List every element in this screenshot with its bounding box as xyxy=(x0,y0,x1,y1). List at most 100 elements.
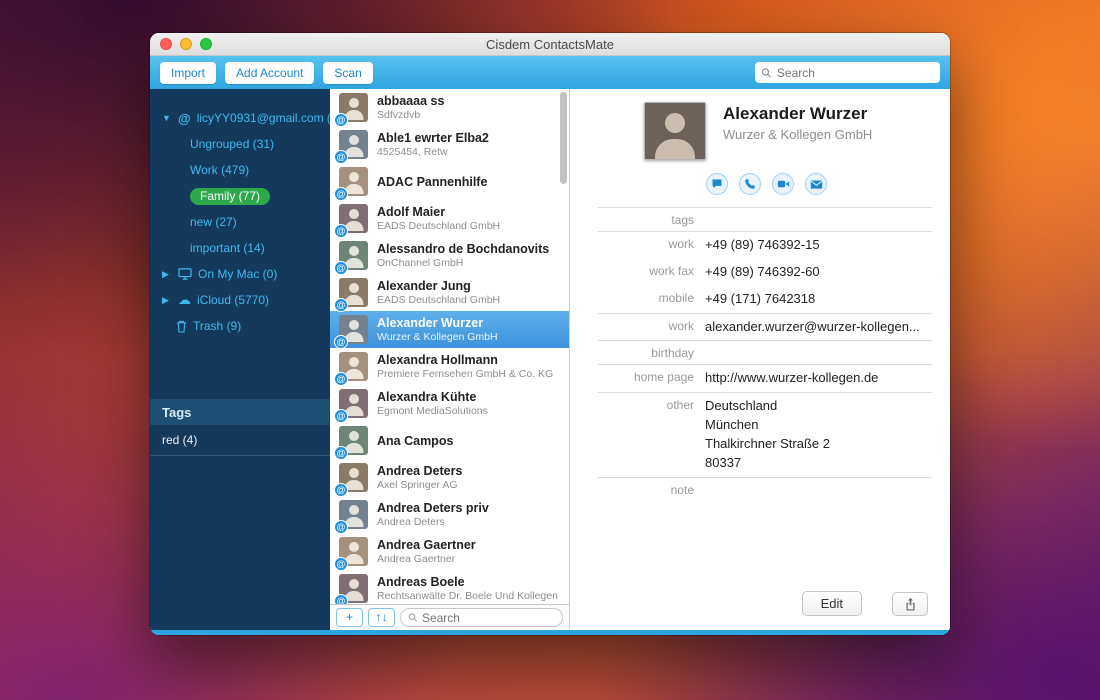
trash-label: Trash (9) xyxy=(193,319,241,333)
contact-avatar: @ xyxy=(339,389,368,418)
phone-icon xyxy=(744,178,756,190)
sidebar-item-new[interactable]: new (27) xyxy=(150,209,330,235)
field-value: +49 (171) 7642318 xyxy=(705,290,932,309)
field-value: http://www.wurzer-kollegen.de xyxy=(705,369,932,388)
global-search-input[interactable] xyxy=(777,66,934,80)
message-button[interactable] xyxy=(706,173,728,195)
at-icon: @ xyxy=(178,111,191,126)
sidebar-item-ungrouped[interactable]: Ungrouped (31) xyxy=(150,131,330,157)
search-icon xyxy=(761,67,772,79)
contact-row[interactable]: @ Alexander Jung EADS Deutschland GmbH xyxy=(330,274,569,311)
scan-button[interactable]: Scan xyxy=(323,62,372,84)
edit-button[interactable]: Edit xyxy=(802,591,862,616)
sidebar-item-important[interactable]: important (14) xyxy=(150,235,330,261)
disclosure-triangle-icon[interactable]: ▼ xyxy=(162,113,172,123)
disclosure-triangle-icon[interactable]: ▶ xyxy=(162,295,172,306)
contact-subtitle: EADS Deutschland GmbH xyxy=(377,294,500,306)
trash-icon xyxy=(176,320,187,333)
detail-field-row: home page http://www.wurzer-kollegen.de xyxy=(598,365,932,393)
import-button[interactable]: Import xyxy=(160,62,216,84)
window-bottom-edge xyxy=(150,630,950,635)
detail-field-row: work +49 (89) 746392-15 xyxy=(598,232,932,259)
contact-subtitle: Sdfvzdvb xyxy=(377,109,444,121)
call-button[interactable] xyxy=(739,173,761,195)
contact-name: Andrea Deters priv xyxy=(377,501,489,515)
global-search-field[interactable] xyxy=(755,62,940,83)
sidebar-tag-red[interactable]: red (4) xyxy=(150,425,330,456)
contact-row[interactable]: @ Andrea Deters Axel Springer AG xyxy=(330,459,569,496)
at-badge-icon: @ xyxy=(334,261,348,275)
add-contact-button[interactable]: + xyxy=(336,608,363,627)
sidebar-item-on-my-mac[interactable]: ▶ On My Mac (0) xyxy=(150,261,330,287)
list-search-input[interactable] xyxy=(422,611,555,625)
contact-row[interactable]: @ Andreas Boele Rechtsanwälte Dr. Boele … xyxy=(330,570,569,604)
contact-avatar: @ xyxy=(339,574,368,603)
contact-row[interactable]: @ Andrea Deters priv Andrea Deters xyxy=(330,496,569,533)
contact-row[interactable]: @ abbaaaa ss Sdfvzdvb xyxy=(330,89,569,126)
contact-row[interactable]: @ Ana Campos xyxy=(330,422,569,459)
search-icon xyxy=(408,612,418,623)
field-value: +49 (89) 746392-15 xyxy=(705,236,932,255)
contact-row[interactable]: @ Adolf Maier EADS Deutschland GmbH xyxy=(330,200,569,237)
contact-avatar: @ xyxy=(339,315,368,344)
video-call-button[interactable] xyxy=(772,173,794,195)
field-label: home page xyxy=(598,369,694,384)
contact-text: Adolf Maier EADS Deutschland GmbH xyxy=(377,205,500,232)
field-label: tags xyxy=(598,212,694,227)
contact-row[interactable]: @ Able1 ewrter Elba2 4525454, Retw xyxy=(330,126,569,163)
email-button[interactable] xyxy=(805,173,827,195)
field-label: work xyxy=(598,236,694,251)
contact-name: Andrea Deters xyxy=(377,464,462,478)
selected-group-pill: Family (77) xyxy=(190,188,270,205)
contact-text: Alexandra Hollmann Premiere Fernsehen Gm… xyxy=(377,353,553,380)
disclosure-triangle-icon[interactable]: ▶ xyxy=(162,269,172,280)
contact-avatar: @ xyxy=(339,500,368,529)
contact-row[interactable]: @ Andrea Gaertner Andrea Gaertner xyxy=(330,533,569,570)
add-account-button[interactable]: Add Account xyxy=(225,62,314,84)
contact-text: Alessandro de Bochdanovits OnChannel Gmb… xyxy=(377,242,549,269)
contact-text: Alexander Wurzer Wurzer & Kollegen GmbH xyxy=(377,316,498,343)
field-value: Deutschland München Thalkirchner Straße … xyxy=(705,397,932,472)
detail-field-row: mobile +49 (171) 7642318 xyxy=(598,286,932,314)
contact-row[interactable]: @ Alessandro de Bochdanovits OnChannel G… xyxy=(330,237,569,274)
detail-field-row: other Deutschland München Thalkirchner S… xyxy=(598,393,932,477)
contact-subtitle: Andrea Deters xyxy=(377,516,489,528)
contact-detail-pane: Alexander Wurzer Wurzer & Kollegen GmbH xyxy=(570,89,950,630)
scrollbar-thumb[interactable] xyxy=(560,92,567,184)
detail-field-row: note xyxy=(598,478,932,501)
list-search-field[interactable] xyxy=(400,608,563,627)
detail-header: Alexander Wurzer Wurzer & Kollegen GmbH xyxy=(644,102,932,160)
account-label: licyYY0931@gmail.com (... xyxy=(197,111,341,125)
contact-row[interactable]: @ ADAC Pannenhilfe xyxy=(330,163,569,200)
close-button[interactable] xyxy=(160,38,172,50)
detail-field-row: work alexander.wurzer@wurzer-kollegen... xyxy=(598,314,932,342)
sort-button[interactable]: ↑↓ xyxy=(368,608,395,627)
computer-icon xyxy=(178,268,192,280)
contact-row[interactable]: @ Alexander Wurzer Wurzer & Kollegen Gmb… xyxy=(330,311,569,348)
tags-section-header: Tags xyxy=(150,399,330,425)
title-bar[interactable]: Cisdem ContactsMate xyxy=(150,33,950,56)
group-label: Ungrouped (31) xyxy=(190,137,274,151)
contact-name: Adolf Maier xyxy=(377,205,500,219)
video-icon xyxy=(777,178,790,190)
contact-row[interactable]: @ Alexandra Kühte Egmont MediaSolutions xyxy=(330,385,569,422)
contact-name: Alexander Jung xyxy=(377,279,500,293)
detail-field-row: birthday xyxy=(598,341,932,365)
sidebar-account[interactable]: ▼ @ licyYY0931@gmail.com (... xyxy=(150,105,330,131)
sidebar-item-work[interactable]: Work (479) xyxy=(150,157,330,183)
sidebar-item-family[interactable]: Family (77) xyxy=(150,183,330,209)
zoom-button[interactable] xyxy=(200,38,212,50)
contact-text: Andrea Deters priv Andrea Deters xyxy=(377,501,489,528)
detail-identity: Alexander Wurzer Wurzer & Kollegen GmbH xyxy=(723,102,872,160)
sidebar-item-icloud[interactable]: ▶ ☁ iCloud (5770) xyxy=(150,287,330,313)
share-button[interactable] xyxy=(892,592,928,616)
sidebar-item-trash[interactable]: Trash (9) xyxy=(150,313,330,339)
contact-name: Andrea Gaertner xyxy=(377,538,476,552)
minimize-button[interactable] xyxy=(180,38,192,50)
at-badge-icon: @ xyxy=(334,187,348,201)
on-my-mac-label: On My Mac (0) xyxy=(198,267,277,281)
contact-subtitle: Axel Springer AG xyxy=(377,479,462,491)
contact-avatar: @ xyxy=(339,130,368,159)
contact-row[interactable]: @ Alexandra Hollmann Premiere Fernsehen … xyxy=(330,348,569,385)
contact-name: abbaaaa ss xyxy=(377,94,444,108)
